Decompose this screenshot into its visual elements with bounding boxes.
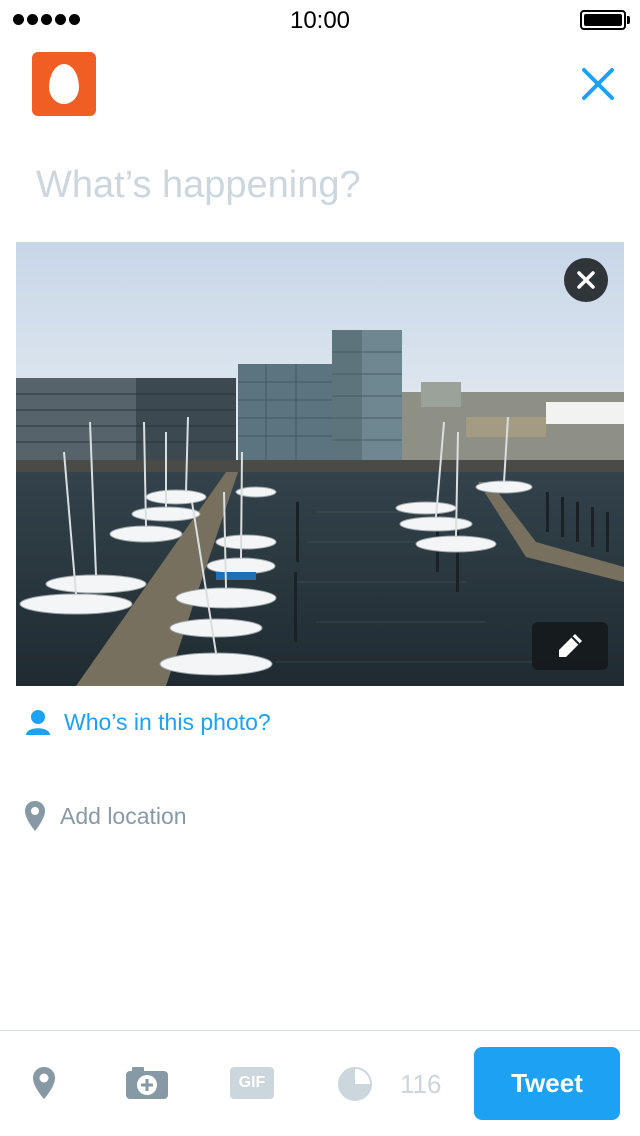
pencil-icon	[559, 634, 582, 657]
remove-photo-button[interactable]	[564, 258, 608, 302]
tag-people-label: Who’s in this photo?	[64, 708, 271, 735]
status-bar: 10:00	[0, 0, 640, 40]
egg-avatar-icon[interactable]	[32, 52, 96, 116]
character-count: 116	[400, 1069, 442, 1099]
person-icon	[26, 710, 50, 735]
attached-photo	[16, 242, 624, 686]
camera-icon[interactable]	[124, 1063, 170, 1103]
tweet-text-input[interactable]: What’s happening?	[36, 164, 361, 207]
battery-tip	[627, 16, 630, 24]
close-circle-icon	[577, 271, 595, 289]
add-location-label: Add location	[60, 802, 187, 829]
tag-people-row[interactable]: Who’s in this photo?	[24, 702, 271, 742]
location-pin-icon[interactable]	[28, 1063, 60, 1103]
compose-toolbar: GIF 116 Tweet	[0, 1030, 640, 1136]
close-icon[interactable]	[574, 60, 622, 108]
tweet-button[interactable]: Tweet	[474, 1047, 620, 1120]
gif-label: GIF	[238, 1074, 266, 1091]
location-pin-icon	[25, 801, 45, 831]
edit-photo-button[interactable]	[532, 622, 608, 670]
character-counter-icon	[336, 1065, 374, 1103]
status-time: 10:00	[289, 7, 351, 34]
gif-icon[interactable]: GIF	[230, 1067, 274, 1099]
battery-icon	[580, 10, 626, 30]
add-location-row[interactable]: Add location	[24, 796, 187, 836]
